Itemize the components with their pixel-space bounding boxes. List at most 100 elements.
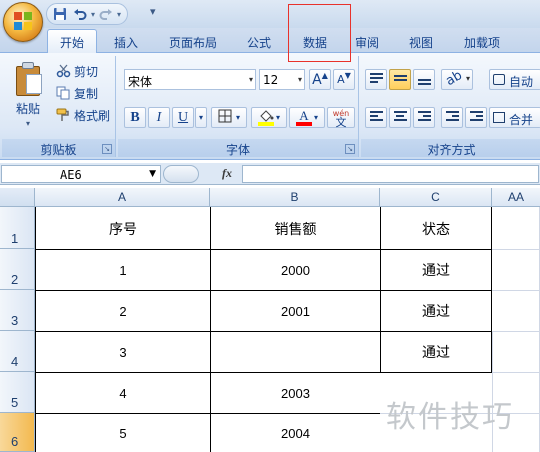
- paste-dropdown-icon[interactable]: ▾: [26, 119, 30, 128]
- cell-b3[interactable]: 2001: [211, 291, 380, 331]
- clipboard-group-label: 剪贴板: [2, 139, 115, 157]
- underline-button[interactable]: U: [172, 107, 194, 128]
- font-size-combo[interactable]: 12 ▾: [259, 69, 305, 90]
- align-center-button[interactable]: [389, 107, 411, 128]
- wrap-text-label: 自动: [509, 75, 534, 89]
- ribbon-tabs: 开始 插入 页面布局 公式 数据 审阅 视图 加载项: [0, 28, 540, 54]
- column-header-c[interactable]: C: [380, 188, 492, 207]
- office-logo-icon: [14, 12, 34, 32]
- phonetic-char: 文: [335, 115, 347, 129]
- tab-view[interactable]: 视图: [400, 30, 442, 53]
- decrease-indent-button[interactable]: [441, 107, 463, 128]
- shrink-font-label: A: [337, 73, 345, 86]
- align-bottom-button[interactable]: [413, 69, 435, 90]
- cell-b1[interactable]: 销售额: [211, 208, 380, 249]
- cell-a3[interactable]: 2: [36, 291, 210, 331]
- wrap-text-button[interactable]: 自动: [489, 69, 540, 90]
- wrap-text-icon: [493, 74, 505, 85]
- font-launcher-icon[interactable]: ↘: [345, 144, 355, 154]
- title-bar: ▾ ▾ ▾: [0, 0, 540, 28]
- bold-button[interactable]: B: [124, 107, 146, 128]
- underline-dropdown-icon[interactable]: ▾: [195, 107, 207, 128]
- row-header-4[interactable]: 4: [0, 331, 35, 372]
- cut-button[interactable]: 剪切: [56, 62, 98, 80]
- clipboard-group: 粘贴 ▾ 剪切 复制 格式刷 剪贴板 ↘: [2, 56, 116, 157]
- align-right-button[interactable]: [413, 107, 435, 128]
- increase-indent-button[interactable]: [465, 107, 487, 128]
- copy-icon: [56, 86, 71, 100]
- copy-button[interactable]: 复制: [56, 84, 98, 102]
- customize-qat-icon[interactable]: ▾: [150, 5, 156, 18]
- insert-function-icon[interactable]: fx: [222, 166, 232, 181]
- font-name-combo[interactable]: 宋体 ▾: [124, 69, 256, 90]
- name-box-value: AE6: [60, 168, 82, 182]
- tab-add-ins[interactable]: 加载项: [454, 30, 510, 53]
- cell-c1[interactable]: 状态: [381, 208, 491, 249]
- font-name-value: 宋体: [128, 75, 153, 89]
- name-box-dropdown-icon[interactable]: ▼: [149, 169, 156, 179]
- save-icon[interactable]: [51, 5, 69, 23]
- tab-insert[interactable]: 插入: [105, 30, 147, 53]
- phonetic-guide-button[interactable]: wén 文: [327, 107, 355, 128]
- redo-dropdown-icon[interactable]: ▾: [117, 10, 121, 19]
- quick-access-toolbar: ▾ ▾: [46, 3, 129, 25]
- paintbrush-icon: [56, 108, 71, 122]
- undo-dropdown-icon[interactable]: ▾: [91, 10, 95, 19]
- cell-b5[interactable]: 2003: [211, 373, 380, 413]
- cell-c2[interactable]: 通过: [381, 250, 491, 290]
- tab-home[interactable]: 开始: [47, 29, 97, 54]
- cell-c4[interactable]: 通过: [381, 332, 491, 372]
- name-box[interactable]: AE6 ▼: [1, 165, 161, 183]
- cell-a2[interactable]: 1: [36, 250, 210, 290]
- row-header-2[interactable]: 2: [0, 249, 35, 290]
- column-header-aa[interactable]: AA: [492, 188, 540, 207]
- grow-font-button[interactable]: A ▲: [309, 69, 331, 90]
- formula-bar-splitter[interactable]: [163, 165, 199, 183]
- cell-a6[interactable]: 5: [36, 414, 210, 452]
- font-group-label: 字体: [118, 139, 358, 157]
- font-color-button[interactable]: A ▾: [289, 107, 325, 128]
- cell-c3[interactable]: 通过: [381, 291, 491, 331]
- formula-bar: AE6 ▼ fx: [0, 163, 540, 185]
- cell-b6[interactable]: 2004: [211, 414, 380, 452]
- column-header-a[interactable]: A: [35, 188, 210, 207]
- formula-input[interactable]: [242, 165, 539, 183]
- clipboard-launcher-icon[interactable]: ↘: [102, 144, 112, 154]
- font-color-icon: A: [295, 109, 312, 126]
- redo-icon[interactable]: [97, 5, 115, 23]
- orientation-button[interactable]: ab ▾: [441, 68, 473, 90]
- format-painter-button[interactable]: 格式刷: [56, 106, 110, 124]
- cell-a4[interactable]: 3: [36, 332, 210, 372]
- cell-b2[interactable]: 2000: [211, 250, 380, 290]
- merge-icon: [493, 112, 505, 123]
- undo-icon[interactable]: [71, 5, 89, 23]
- font-name-dropdown-icon[interactable]: ▾: [249, 75, 253, 84]
- font-size-dropdown-icon[interactable]: ▾: [298, 75, 302, 84]
- align-left-button[interactable]: [365, 107, 387, 128]
- tab-page-layout[interactable]: 页面布局: [160, 30, 226, 53]
- row-header-3[interactable]: 3: [0, 290, 35, 331]
- select-all-corner[interactable]: [0, 188, 35, 207]
- paste-button[interactable]: 粘贴: [16, 100, 40, 117]
- tab-review[interactable]: 审阅: [346, 30, 388, 53]
- merge-center-button[interactable]: 合并: [489, 107, 540, 128]
- shrink-font-button[interactable]: A ▼: [333, 69, 355, 90]
- tab-formulas[interactable]: 公式: [238, 30, 280, 53]
- align-middle-button[interactable]: [389, 69, 411, 90]
- watermark: 软件技巧: [386, 400, 514, 435]
- fill-color-button[interactable]: ▾: [251, 107, 287, 128]
- row-header-6[interactable]: 6: [0, 413, 35, 452]
- row-header-1[interactable]: 1: [0, 207, 35, 249]
- cell-b4[interactable]: [211, 332, 380, 372]
- italic-button[interactable]: I: [148, 107, 170, 128]
- column-header-b[interactable]: B: [210, 188, 380, 207]
- alignment-group-label: 对齐方式: [361, 139, 540, 157]
- borders-button[interactable]: ▾: [211, 107, 247, 128]
- office-button[interactable]: [3, 2, 43, 42]
- row-header-5[interactable]: 5: [0, 372, 35, 413]
- cell-a5[interactable]: 4: [36, 373, 210, 413]
- cut-label: 剪切: [74, 64, 99, 79]
- paste-icon[interactable]: [14, 62, 44, 98]
- align-top-button[interactable]: [365, 69, 387, 90]
- cell-a1[interactable]: 序号: [36, 208, 210, 249]
